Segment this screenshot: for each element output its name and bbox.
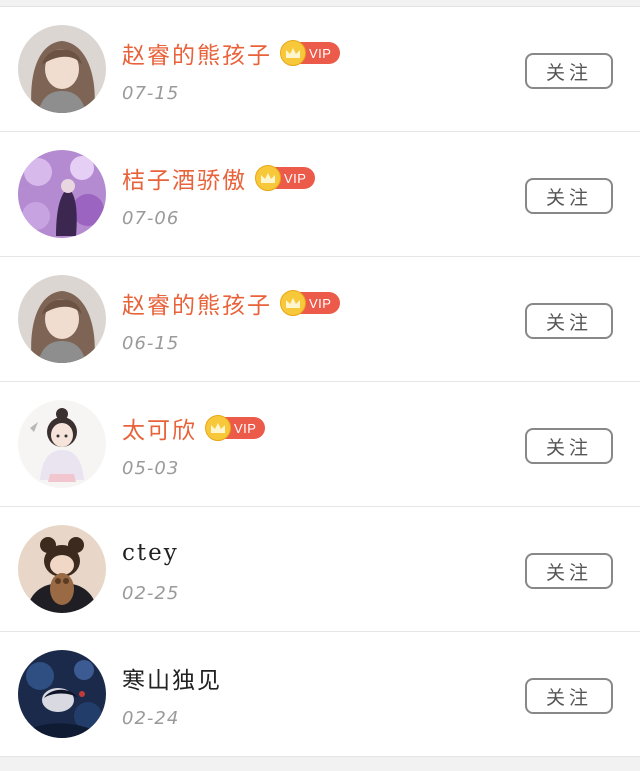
vip-label: VIP <box>309 295 332 311</box>
username[interactable]: 寒山独见 <box>122 661 222 695</box>
follow-button[interactable]: 关注 <box>525 53 613 89</box>
list-item[interactable]: ctey 02-25 关注 <box>0 507 640 632</box>
crown-icon <box>280 290 306 316</box>
crown-icon <box>280 40 306 66</box>
vip-badge: VIP <box>280 290 341 316</box>
follow-date: 02-24 <box>122 708 180 729</box>
name-line: 赵睿的熊孩子 VIP <box>122 35 341 71</box>
name-line: 太可欣 VIP <box>122 410 266 446</box>
username[interactable]: 太可欣 <box>122 411 197 445</box>
list-item[interactable]: 赵睿的熊孩子 VIP 06-15 关注 <box>0 257 640 382</box>
follow-date: 02-25 <box>122 583 180 604</box>
avatar[interactable] <box>18 25 106 113</box>
follow-button[interactable]: 关注 <box>525 178 613 214</box>
list-item[interactable]: 赵睿的熊孩子 VIP 07-15 关注 <box>0 7 640 132</box>
name-line: 桔子酒骄傲 VIP <box>122 160 316 196</box>
vip-label: VIP <box>234 420 257 436</box>
username[interactable]: ctey <box>122 540 179 566</box>
avatar[interactable] <box>18 650 106 738</box>
vip-badge: VIP <box>280 40 341 66</box>
avatar[interactable] <box>18 400 106 488</box>
name-line: 寒山独见 <box>122 660 222 696</box>
avatar[interactable] <box>18 525 106 613</box>
vip-badge: VIP <box>255 165 316 191</box>
name-line: 赵睿的熊孩子 VIP <box>122 285 341 321</box>
avatar[interactable] <box>18 275 106 363</box>
crown-icon <box>205 415 231 441</box>
follow-date: 06-15 <box>122 333 180 354</box>
list-item[interactable]: 桔子酒骄傲 VIP 07-06 关注 <box>0 132 640 257</box>
follow-button[interactable]: 关注 <box>525 553 613 589</box>
username[interactable]: 桔子酒骄傲 <box>122 161 247 195</box>
follow-date: 05-03 <box>122 458 180 479</box>
vip-label: VIP <box>284 170 307 186</box>
top-divider <box>0 0 640 7</box>
vip-badge: VIP <box>205 415 266 441</box>
vip-label: VIP <box>309 45 332 61</box>
follow-date: 07-15 <box>122 83 180 104</box>
follower-list: 赵睿的熊孩子 VIP 07-15 关注 桔子酒骄傲 VIP 07-06 关注 赵… <box>0 0 640 757</box>
avatar[interactable] <box>18 150 106 238</box>
follow-date: 07-06 <box>122 208 180 229</box>
list-item[interactable]: 寒山独见 02-24 关注 <box>0 632 640 757</box>
follow-button[interactable]: 关注 <box>525 678 613 714</box>
username[interactable]: 赵睿的熊孩子 <box>122 286 272 320</box>
follow-button[interactable]: 关注 <box>525 303 613 339</box>
username[interactable]: 赵睿的熊孩子 <box>122 36 272 70</box>
follow-button[interactable]: 关注 <box>525 428 613 464</box>
name-line: ctey <box>122 535 179 571</box>
list-item[interactable]: 太可欣 VIP 05-03 关注 <box>0 382 640 507</box>
crown-icon <box>255 165 281 191</box>
